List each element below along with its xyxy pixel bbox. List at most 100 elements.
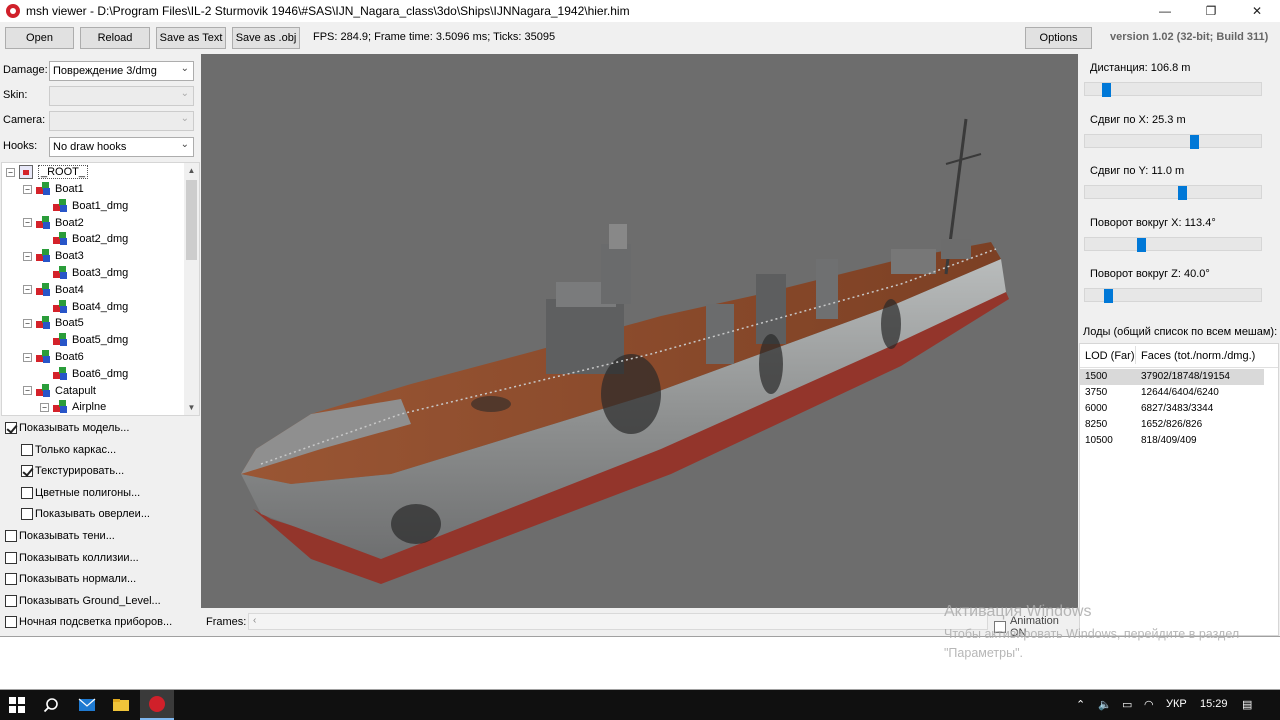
checkbox[interactable]: [5, 594, 17, 607]
checkbox[interactable]: [5, 530, 17, 542]
checkbox[interactable]: [5, 616, 17, 629]
volume-icon[interactable]: 🔈: [1098, 698, 1112, 711]
faces-column-header[interactable]: Faces (tot./norm./dmg.): [1141, 350, 1255, 362]
maximize-button[interactable]: ❐: [1188, 0, 1234, 22]
mail-icon[interactable]: [70, 690, 104, 720]
checkbox[interactable]: [21, 443, 33, 456]
hierarchy-tree[interactable]: − _ROOT_ − Boat1 Boat1_dmg − Boat2 Boat2_dmg −…: [1, 162, 200, 416]
tree-root[interactable]: − _ROOT_: [6, 164, 89, 180]
collapse-icon[interactable]: −: [23, 352, 32, 362]
hooks-select[interactable]: No draw hooks ⌄: [49, 137, 194, 157]
option-checkbox-row[interactable]: Показывать оверлеи...: [21, 504, 150, 524]
option-checkbox-row[interactable]: Только каркас...: [21, 440, 116, 460]
tree-item[interactable]: − Catapult: [23, 383, 96, 399]
option-checkbox-row[interactable]: Показывать Ground_Level...: [5, 591, 161, 611]
tree-item[interactable]: − Airplne: [40, 399, 106, 415]
collapse-icon[interactable]: −: [6, 167, 15, 177]
slider-track[interactable]: [1084, 236, 1262, 252]
checkbox[interactable]: [21, 465, 33, 478]
reload-button[interactable]: Reload: [80, 27, 150, 49]
collapse-icon[interactable]: −: [23, 386, 32, 396]
clock[interactable]: 15:29: [1200, 698, 1228, 710]
damage-select[interactable]: Повреждение 3/dmg ⌄: [49, 61, 194, 81]
tree-item[interactable]: Boat1_dmg: [40, 198, 128, 214]
tree-item[interactable]: − Boat4: [23, 282, 84, 298]
mesh-node-icon: [53, 333, 67, 347]
slider-track[interactable]: [1084, 133, 1262, 149]
tree-item[interactable]: − Boat1: [23, 181, 84, 197]
tree-item[interactable]: − Boat3: [23, 248, 84, 264]
tree-item[interactable]: − Boat6: [23, 349, 84, 365]
tree-item[interactable]: Boat3_dmg: [40, 265, 128, 281]
chevron-left-icon[interactable]: ‹: [253, 615, 256, 626]
collapse-icon[interactable]: −: [23, 251, 32, 261]
slider-thumb[interactable]: [1178, 186, 1187, 200]
frames-slider[interactable]: ‹: [248, 613, 988, 630]
checkbox[interactable]: [5, 422, 17, 434]
collapse-icon[interactable]: −: [23, 318, 32, 328]
scroll-up-icon[interactable]: ▲: [184, 163, 199, 178]
checkbox[interactable]: [21, 486, 33, 499]
lod-row[interactable]: 3750 12644/6404/6240: [1080, 385, 1264, 401]
windows-start-icon[interactable]: [0, 690, 34, 720]
lod-row[interactable]: 6000 6827/3483/3344: [1080, 401, 1264, 417]
tree-item[interactable]: − Boat2: [23, 215, 84, 231]
save-as-text-button[interactable]: Save as Text: [156, 27, 226, 49]
collapse-icon[interactable]: −: [40, 402, 49, 412]
option-checkbox-row[interactable]: Текстурировать...: [21, 461, 124, 481]
lod-row[interactable]: 10500 818/409/409: [1080, 433, 1264, 449]
tray-chevron-icon[interactable]: ⌃: [1076, 698, 1085, 711]
mesh-node-icon: [36, 182, 50, 196]
skin-select[interactable]: ⌄: [49, 86, 194, 106]
slider-thumb[interactable]: [1102, 83, 1111, 97]
tree-item[interactable]: Boat4_dmg: [40, 299, 128, 315]
search-icon[interactable]: [34, 690, 68, 720]
tree-item[interactable]: Boat6_dmg: [40, 366, 128, 382]
msh-viewer-icon[interactable]: [140, 690, 174, 720]
close-button[interactable]: ✕: [1234, 0, 1280, 22]
3d-viewport[interactable]: [201, 54, 1078, 608]
slider-thumb[interactable]: [1104, 289, 1113, 303]
tree-item[interactable]: Boat2_dmg: [40, 231, 128, 247]
checkbox[interactable]: [21, 508, 33, 521]
lod-faces: 37902/18748/19154: [1141, 371, 1230, 382]
tree-item-label: Boat1_dmg: [72, 199, 129, 212]
battery-icon[interactable]: ▭: [1122, 698, 1132, 711]
lod-row[interactable]: 8250 1652/826/826: [1080, 417, 1264, 433]
slider-thumb[interactable]: [1137, 237, 1146, 252]
option-checkbox-row[interactable]: Цветные полигоны...: [21, 483, 140, 503]
notifications-icon[interactable]: ▤: [1242, 698, 1252, 711]
option-checkbox-row[interactable]: Показывать тени...: [5, 526, 115, 546]
slider-track[interactable]: [1084, 288, 1262, 303]
save-as-obj-button[interactable]: Save as .obj: [232, 27, 300, 49]
lod-column-header[interactable]: LOD (Far): [1085, 350, 1135, 362]
option-checkbox-row[interactable]: Показывать нормали...: [5, 569, 136, 589]
scroll-down-icon[interactable]: ▼: [184, 400, 199, 415]
option-checkbox-row[interactable]: Показывать коллизии...: [5, 548, 139, 568]
collapse-icon[interactable]: −: [23, 285, 32, 295]
lod-table[interactable]: LOD (Far) Faces (tot./norm./dmg.) 1500 37…: [1079, 343, 1279, 636]
tree-item[interactable]: − Boat5: [23, 315, 84, 331]
option-checkbox-row[interactable]: Показывать модель...: [5, 418, 129, 438]
option-checkbox-row[interactable]: Ночная подсветка приборов...: [5, 612, 172, 632]
options-button[interactable]: Options: [1025, 27, 1092, 49]
slider-track[interactable]: [1084, 185, 1262, 200]
minimize-button[interactable]: —: [1142, 0, 1188, 22]
language-indicator[interactable]: УКР: [1166, 698, 1187, 710]
slider-label: Поворот вокруг Z: 40.0°: [1090, 268, 1210, 280]
network-icon[interactable]: ◠: [1144, 698, 1154, 711]
slider-track[interactable]: [1084, 82, 1262, 97]
file-explorer-icon[interactable]: [104, 690, 138, 720]
tree-item[interactable]: Boat5_dmg: [40, 332, 128, 348]
tree-scrollbar[interactable]: ▲ ▼: [184, 163, 199, 415]
chevron-down-icon: ⌄: [180, 63, 189, 74]
open-button[interactable]: Open: [5, 27, 74, 49]
camera-select[interactable]: ⌄: [49, 111, 194, 131]
lod-row[interactable]: 1500 37902/18748/19154: [1080, 369, 1264, 385]
checkbox[interactable]: [5, 551, 17, 564]
collapse-icon[interactable]: −: [23, 218, 32, 228]
checkbox[interactable]: [5, 573, 17, 586]
collapse-icon[interactable]: −: [23, 184, 32, 194]
scroll-thumb[interactable]: [186, 180, 197, 260]
slider-thumb[interactable]: [1190, 134, 1199, 149]
